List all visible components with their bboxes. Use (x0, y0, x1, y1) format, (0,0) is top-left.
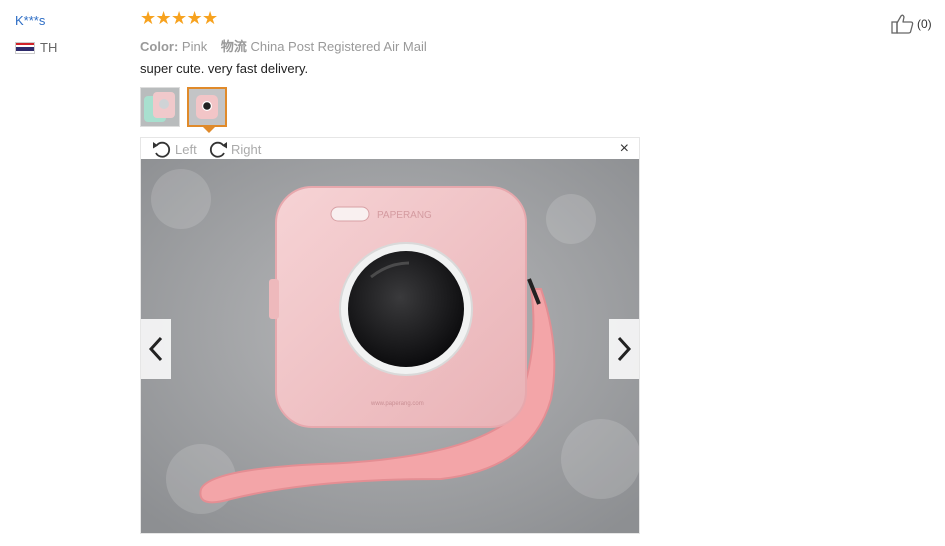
review-photo-thumbnail-selected[interactable] (187, 87, 227, 127)
rotate-left-icon (153, 141, 171, 158)
viewer-toolbar: Left Right × (141, 138, 639, 159)
rotate-left-button[interactable]: Left (151, 139, 197, 159)
thailand-flag-icon (15, 41, 35, 54)
star-icon: ★ (171, 8, 188, 28)
review-photo: PAPERANG www.paperang.com (141, 159, 639, 533)
close-viewer-button[interactable]: × (620, 141, 629, 157)
helpful-button[interactable]: (0) (891, 13, 932, 35)
photo-viewer: Left Right × PAPERANG www.paperang.com (140, 137, 640, 534)
reviewer-name[interactable]: K***s (15, 13, 45, 28)
star-icon: ★ (186, 8, 203, 28)
rating-stars: ★ ★ ★ ★ ★ (140, 8, 219, 28)
chevron-right-icon (617, 336, 632, 362)
color-value: Pink (181, 39, 208, 54)
review-meta: Color: Pink 物流 China Post Registered Air… (140, 36, 427, 55)
selected-thumb-indicator (203, 127, 215, 133)
reviewer-country: TH (15, 40, 57, 55)
helpful-count: (0) (917, 17, 932, 31)
color-label: Color: (140, 39, 179, 54)
svg-text:www.paperang.com: www.paperang.com (370, 401, 424, 407)
review-text: super cute. very fast delivery. (140, 61, 309, 76)
star-icon: ★ (202, 8, 219, 28)
country-code: TH (40, 40, 58, 55)
shipping-value: China Post Registered Air Mail (250, 39, 427, 54)
star-icon: ★ (140, 8, 157, 28)
camera-brand-text: PAPERANG (377, 210, 432, 221)
rotate-right-button[interactable]: Right (207, 139, 261, 159)
chevron-left-icon (148, 336, 163, 362)
rotate-left-label: Left (175, 141, 197, 157)
thumbs-up-icon (891, 14, 914, 34)
previous-photo-button[interactable] (141, 319, 171, 379)
rotate-right-icon (209, 141, 227, 158)
rotate-right-label: Right (231, 141, 262, 157)
shipping-label: 物流 (220, 39, 247, 54)
star-icon: ★ (155, 8, 172, 28)
next-photo-button[interactable] (609, 319, 639, 379)
review-photo-thumbnail[interactable] (140, 87, 180, 127)
